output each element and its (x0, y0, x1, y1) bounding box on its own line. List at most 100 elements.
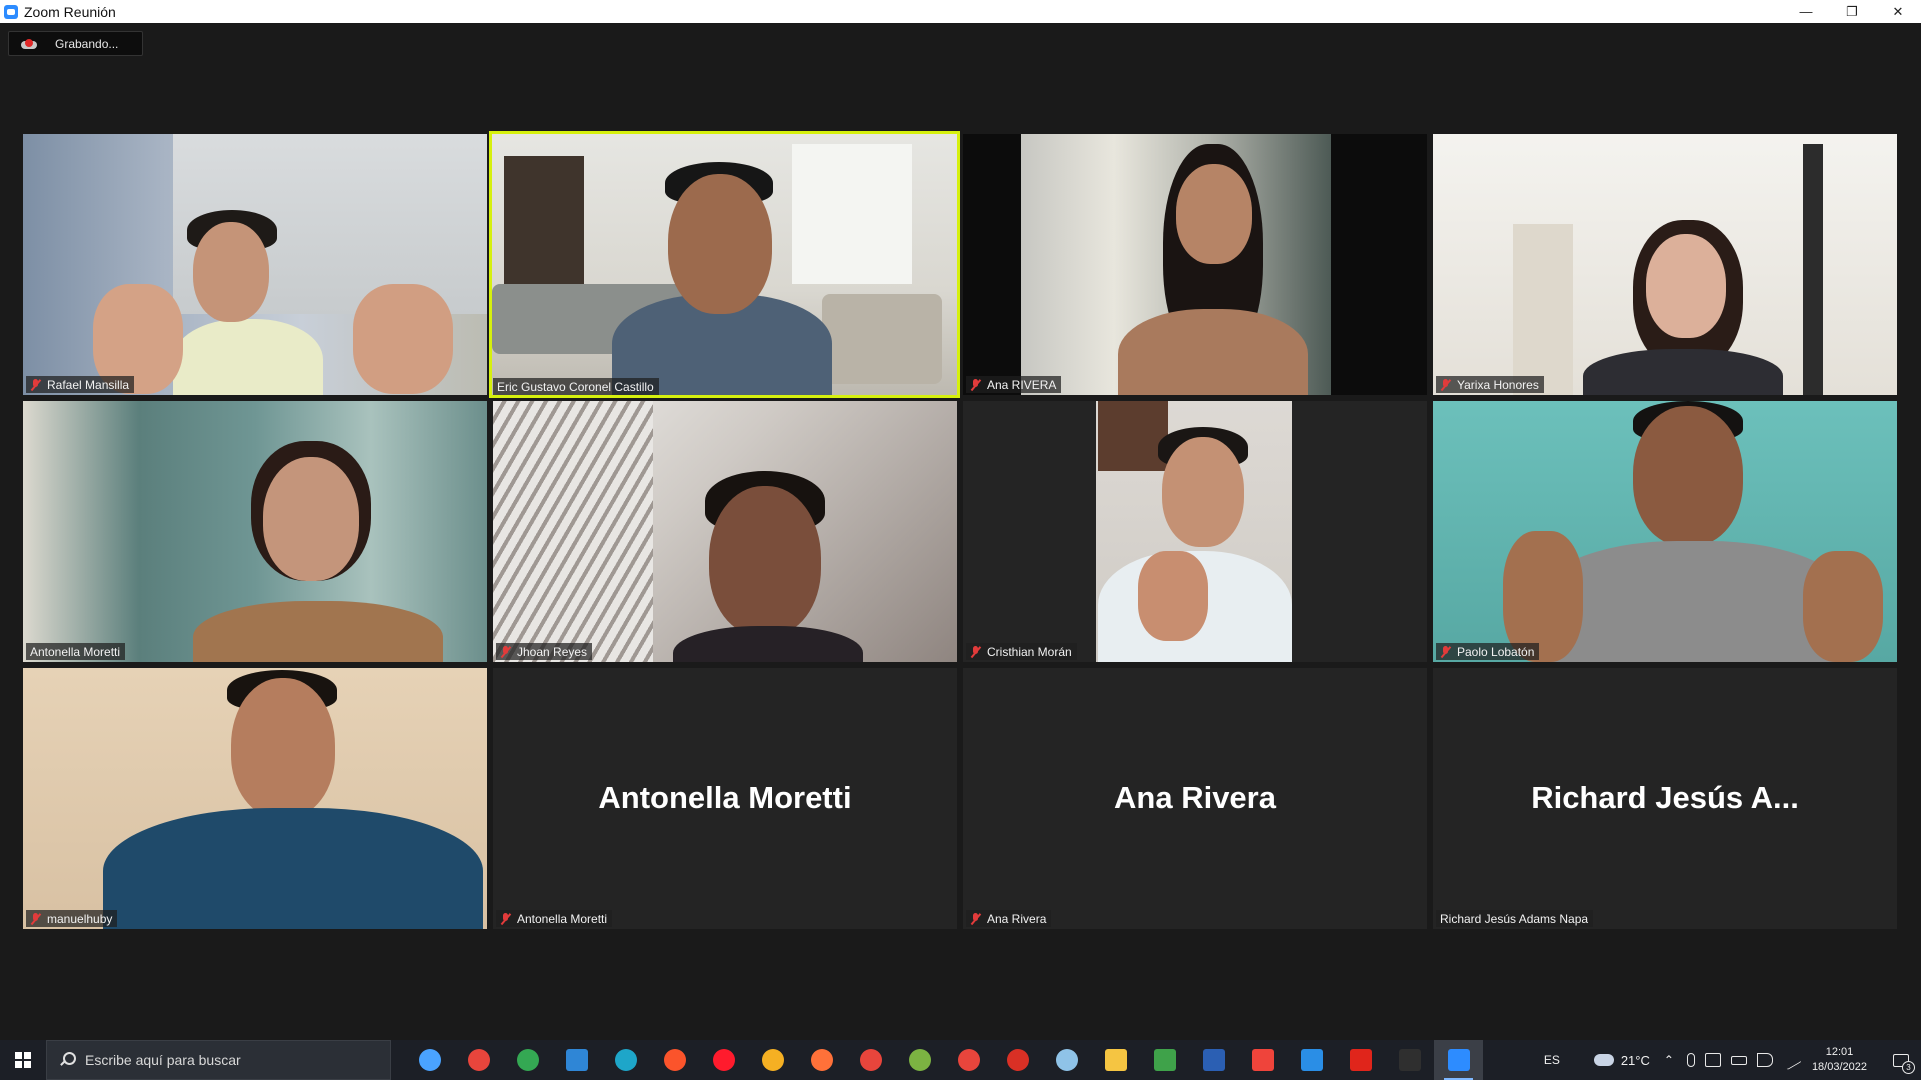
video-tile-cristhian[interactable]: Cristhian Morán (963, 401, 1427, 662)
participant-name: Ana RIVERA (987, 377, 1057, 392)
notification-count: 3 (1902, 1061, 1915, 1074)
chrome-icon (908, 1049, 931, 1071)
participant-display-name: Richard Jesús A... (1531, 780, 1799, 815)
video-tile-ana-rivera-no-video[interactable]: Ana Rivera Ana Rivera (963, 668, 1427, 929)
tor-icon (761, 1049, 784, 1071)
vscode-icon (1300, 1049, 1323, 1071)
start-button[interactable] (0, 1040, 46, 1080)
taskbar-app-firefox[interactable] (797, 1040, 846, 1080)
close-button[interactable]: ✕ (1875, 0, 1921, 23)
video-tile-ana-rivera[interactable]: Ana RIVERA (963, 134, 1427, 395)
video-tile-antonella-no-video[interactable]: Antonella Moretti Antonella Moretti (493, 668, 957, 929)
word-icon (1202, 1049, 1225, 1071)
taskbar-app-notepad[interactable] (1140, 1040, 1189, 1080)
muted-mic-icon (1440, 645, 1451, 658)
participant-name: Jhoan Reyes (517, 644, 588, 659)
taskbar-app-chrome[interactable] (454, 1040, 503, 1080)
volume-icon[interactable] (1756, 1053, 1773, 1067)
taskbar-app-tor[interactable] (748, 1040, 797, 1080)
taskbar-app-word[interactable] (1189, 1040, 1238, 1080)
video-tile-antonella-camera[interactable]: Antonella Moretti (23, 401, 487, 662)
cortana-icon (418, 1049, 441, 1071)
participant-name: Rafael Mansilla (47, 377, 130, 392)
window-title: Zoom Reunión (24, 3, 116, 20)
chrome-icon (516, 1049, 539, 1071)
display-icon[interactable] (1704, 1053, 1721, 1067)
chrome-icon (957, 1049, 980, 1071)
taskbar-app-opera[interactable] (699, 1040, 748, 1080)
taskbar-app-chrome[interactable] (993, 1040, 1042, 1080)
restore-button[interactable]: ❐ (1829, 0, 1875, 23)
participant-video (1433, 134, 1897, 395)
opera-icon (712, 1049, 735, 1071)
video-tile-rafael[interactable]: Rafael Mansilla (23, 134, 487, 395)
search-icon (59, 1052, 76, 1068)
participant-name: Ana Rivera (987, 911, 1047, 926)
video-tile-eric-active-speaker[interactable]: Eric Gustavo Coronel Castillo (489, 131, 960, 398)
taskbar-app-chrome[interactable] (895, 1040, 944, 1080)
cloud-icon (1593, 1054, 1614, 1066)
weather-widget[interactable]: 21°C (1593, 1052, 1650, 1068)
recording-icon (21, 38, 37, 49)
participant-video (492, 134, 957, 395)
taskbar-app-vscode[interactable] (1287, 1040, 1336, 1080)
muted-mic-icon (1440, 378, 1451, 391)
taskbar-search-box[interactable]: Escribe aquí para buscar (46, 1040, 391, 1080)
battery-icon[interactable] (1730, 1055, 1747, 1065)
muted-mic-icon (30, 912, 41, 925)
participant-name: manuelhuby (47, 911, 113, 926)
chevron-up-icon[interactable]: ⌃ (1664, 1053, 1674, 1067)
search-placeholder: Escribe aquí para buscar (85, 1052, 241, 1068)
language-indicator[interactable]: ES (1544, 1053, 1560, 1067)
taskbar-clock[interactable]: 12:01 18/03/2022 (1812, 1045, 1867, 1075)
taskbar-app-zoom[interactable] (1434, 1040, 1483, 1080)
chrome-icon (467, 1049, 490, 1071)
participant-name: Cristhian Morán (987, 644, 1072, 659)
system-tray: ES 21°C ⌃ 12:01 18/03/2022 3 (1544, 1040, 1921, 1080)
participant-name: Eric Gustavo Coronel Castillo (497, 379, 654, 394)
taskbar-app-paint[interactable] (1042, 1040, 1091, 1080)
taskbar-app-folder[interactable] (1091, 1040, 1140, 1080)
taskbar-app-mail[interactable] (552, 1040, 601, 1080)
muted-mic-icon (500, 645, 511, 658)
taskbar-app-terminal[interactable] (1385, 1040, 1434, 1080)
video-tile-paolo[interactable]: Paolo Lobatón (1433, 401, 1897, 662)
taskbar-app-acrobat[interactable] (1336, 1040, 1385, 1080)
taskbar-app-chrome[interactable] (944, 1040, 993, 1080)
taskbar-app-chrome[interactable] (503, 1040, 552, 1080)
pen-icon[interactable] (1780, 1049, 1802, 1071)
folder-icon (1104, 1049, 1127, 1071)
video-tile-yarixa[interactable]: Yarixa Honores (1433, 134, 1897, 395)
notifications-button[interactable]: 3 (1881, 1040, 1921, 1080)
participant-name: Paolo Lobatón (1457, 644, 1535, 659)
recording-indicator[interactable]: Grabando... (8, 31, 143, 56)
participant-video (23, 401, 487, 662)
microphone-icon[interactable] (1686, 1053, 1695, 1067)
title-bar: Zoom Reunión — ❐ ✕ (0, 0, 1921, 23)
video-tile-jhoan[interactable]: Jhoan Reyes (493, 401, 957, 662)
taskbar-app-edge[interactable] (601, 1040, 650, 1080)
video-tile-manuelhuby[interactable]: manuelhuby (23, 668, 487, 929)
minimize-button[interactable]: — (1783, 0, 1829, 23)
acrobat-icon (1349, 1049, 1372, 1071)
brave-icon (663, 1049, 686, 1071)
recording-label: Grabando... (55, 36, 119, 51)
video-tile-richard-no-video[interactable]: Richard Jesús A... Richard Jesús Adams N… (1433, 668, 1897, 929)
clock-date: 18/03/2022 (1811, 1061, 1867, 1073)
firefox-icon (810, 1049, 833, 1071)
mail-icon (565, 1049, 588, 1071)
taskbar-app-cortana[interactable] (405, 1040, 454, 1080)
taskbar-app-chrome[interactable] (846, 1040, 895, 1080)
anydesk-icon (1251, 1049, 1274, 1071)
taskbar-app-anydesk[interactable] (1238, 1040, 1287, 1080)
windows-logo-icon (15, 1052, 31, 1068)
muted-mic-icon (970, 912, 981, 925)
notepad-icon (1153, 1049, 1176, 1071)
chrome-icon (859, 1049, 882, 1071)
muted-mic-icon (30, 378, 41, 391)
taskbar-app-brave[interactable] (650, 1040, 699, 1080)
participant-name: Antonella Moretti (30, 644, 121, 659)
participant-video (963, 134, 1427, 395)
zoom-icon (1447, 1049, 1470, 1071)
temperature: 21°C (1620, 1052, 1650, 1068)
